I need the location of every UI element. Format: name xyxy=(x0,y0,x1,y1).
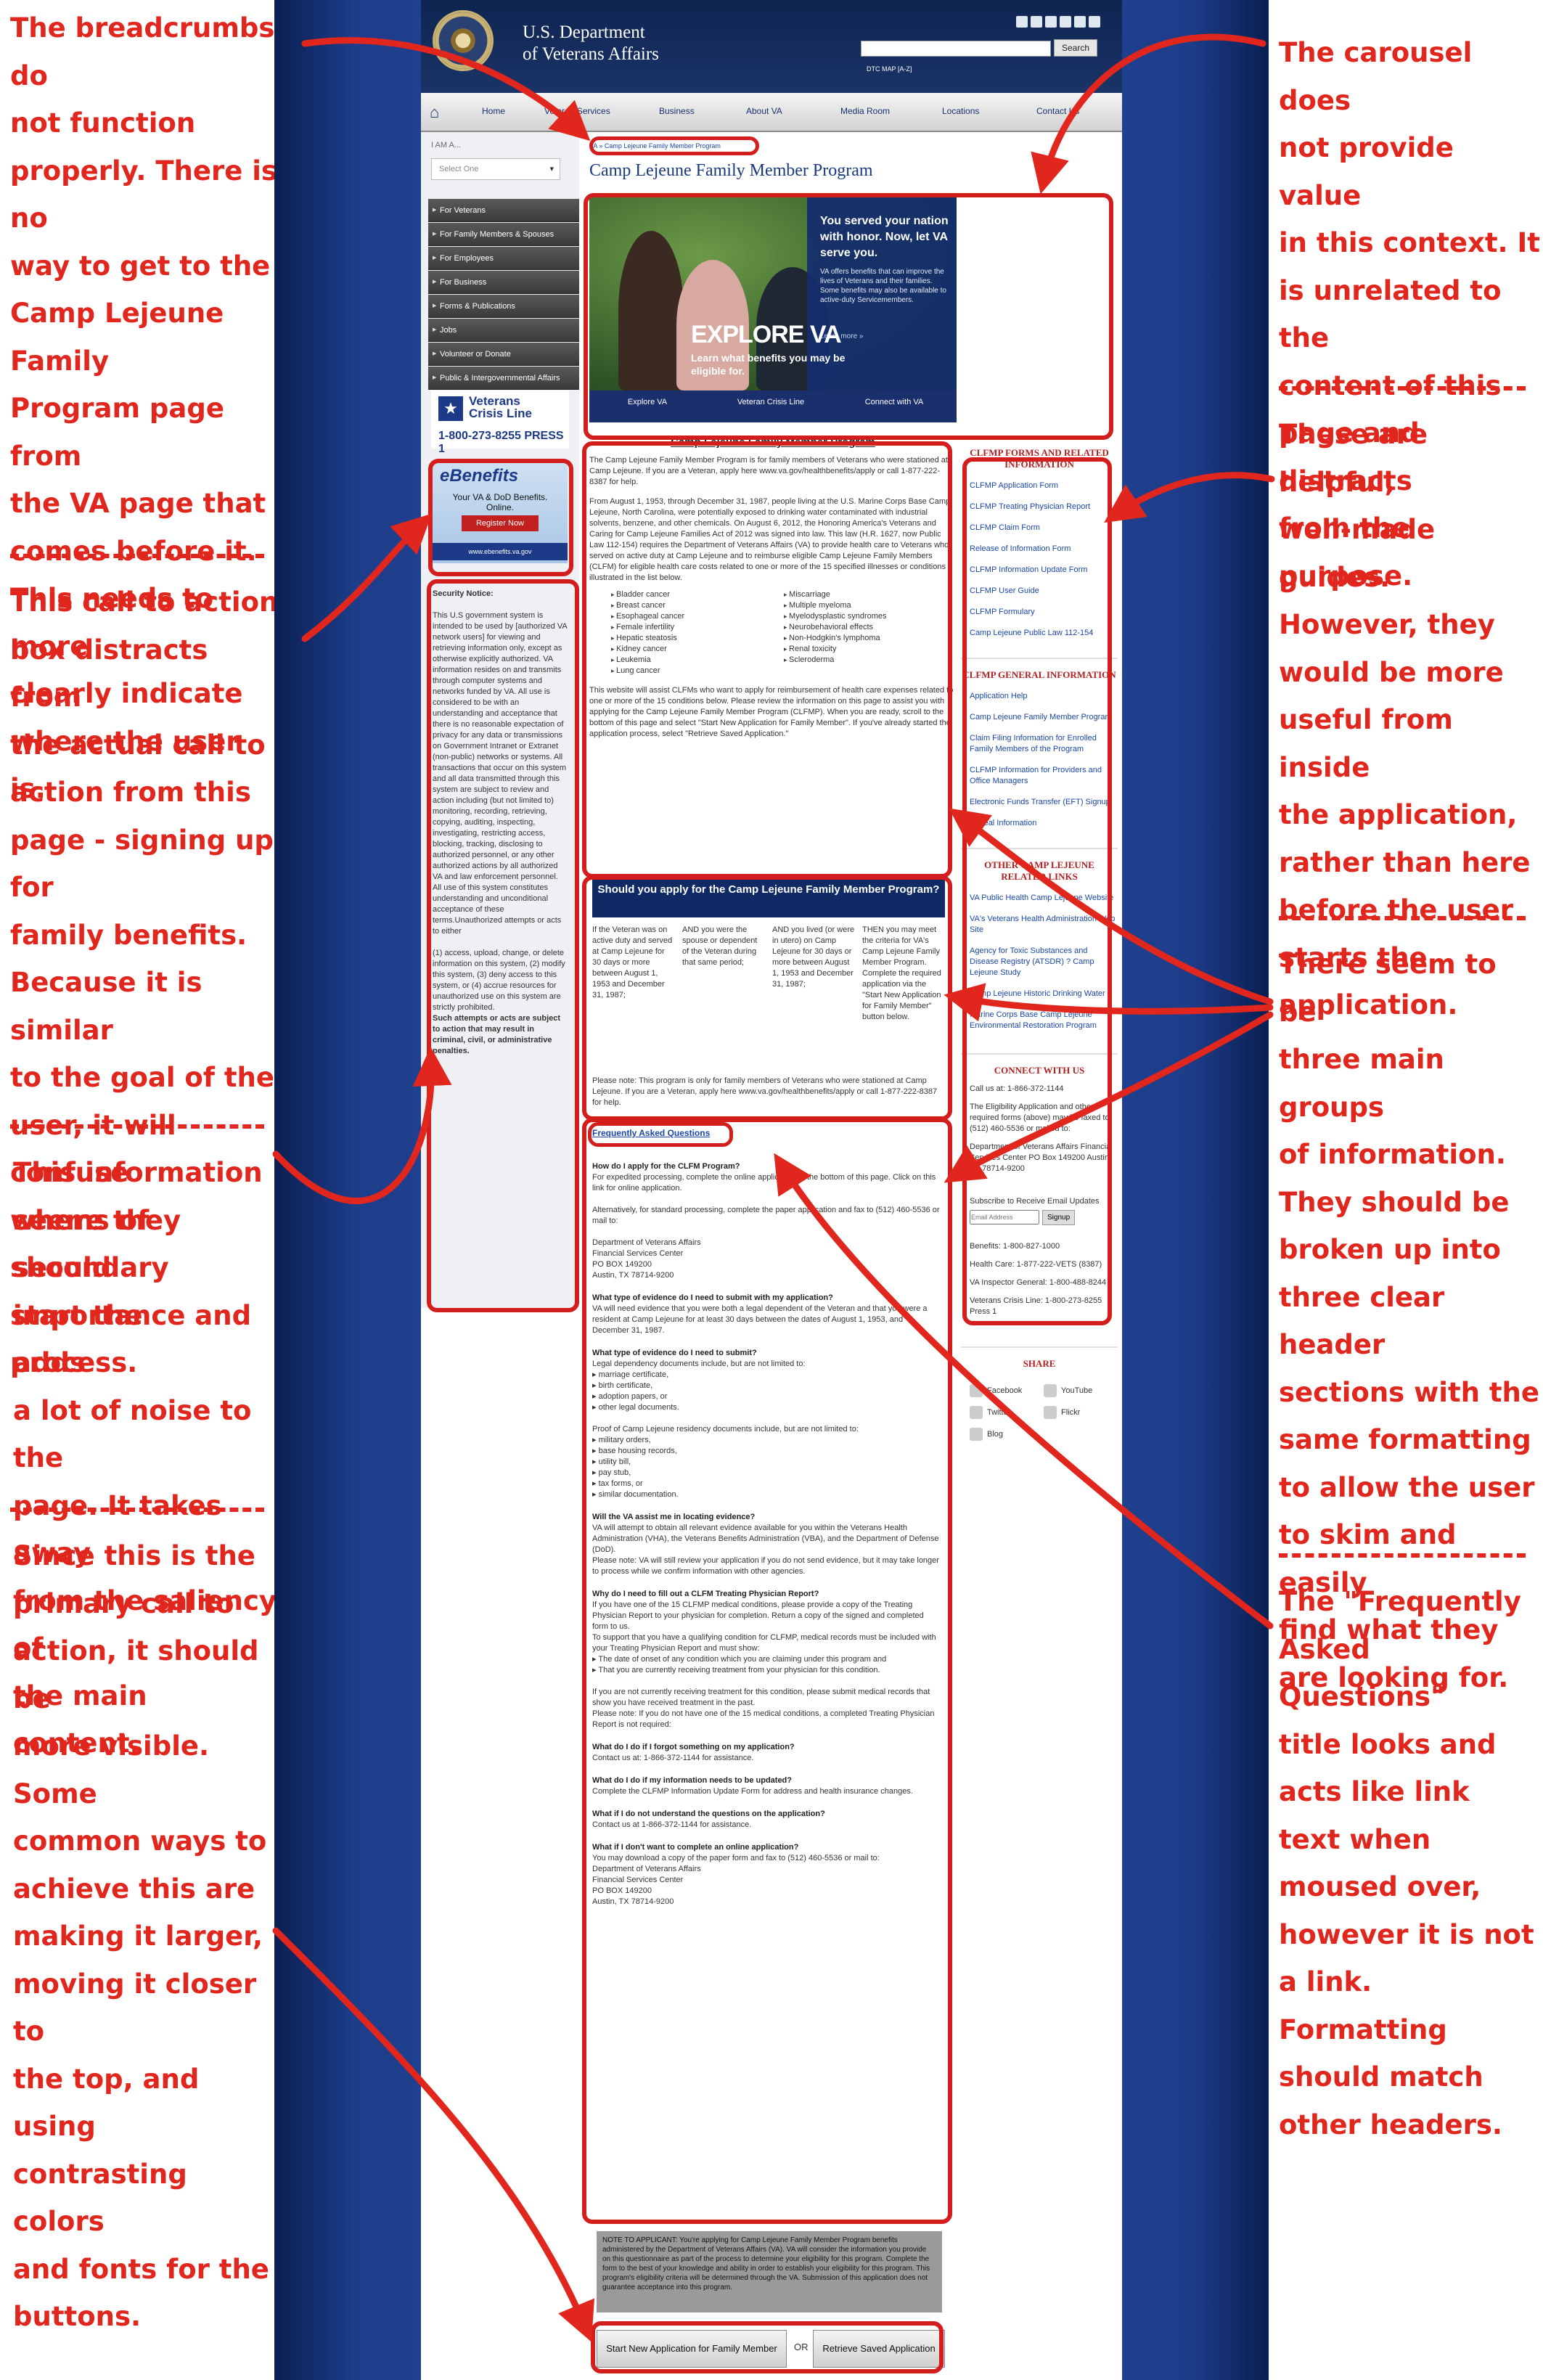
menu-family[interactable]: For Family Members & Spouses xyxy=(428,223,579,246)
audience-select[interactable]: Select One ▾ xyxy=(431,158,560,180)
highlight-breadcrumb xyxy=(589,136,759,155)
annotated-screenshot: The breadcrumbs do not function properly… xyxy=(0,0,1543,2380)
star-icon: ★ xyxy=(438,396,463,421)
menu-employees[interactable]: For Employees xyxy=(428,247,579,270)
nav-contact[interactable]: Contact Us xyxy=(1036,106,1079,116)
twitter-icon[interactable] xyxy=(1045,16,1057,28)
divider xyxy=(10,1508,264,1512)
highlight-ebenefits xyxy=(428,459,573,576)
share-section: Share Facebook YouTube Twitter Flickr Bl… xyxy=(961,1346,1118,1441)
select-value: Select One xyxy=(439,165,479,173)
site-header: U.S. Department of Veterans Affairs Sear… xyxy=(421,0,1122,93)
va-seal-icon xyxy=(433,10,494,71)
nav-media[interactable]: Media Room xyxy=(840,106,890,116)
share-youtube[interactable]: YouTube xyxy=(1044,1384,1118,1397)
chevron-down-icon: ▾ xyxy=(549,165,554,173)
i-am-label: I AM A... xyxy=(431,141,461,150)
menu-business[interactable]: For Business xyxy=(428,271,579,294)
share-title: Share xyxy=(1023,1358,1056,1369)
crisis-title: Veterans Crisis Line xyxy=(469,394,532,420)
nav-business[interactable]: Business xyxy=(659,106,695,116)
share-flickr[interactable]: Flickr xyxy=(1044,1406,1118,1419)
highlight-buttons xyxy=(591,2321,944,2373)
highlight-security xyxy=(427,579,579,1312)
search-button[interactable]: Search xyxy=(1054,39,1097,57)
site-map-link[interactable]: DTC MAP [A-Z] xyxy=(867,65,912,73)
flickr-icon xyxy=(1044,1406,1057,1419)
highlight-eligibility xyxy=(582,875,952,1121)
menu-for-veterans[interactable]: For Veterans xyxy=(428,199,579,222)
rss-icon[interactable] xyxy=(1016,16,1028,28)
nav-home[interactable]: Home xyxy=(482,106,505,116)
menu-jobs[interactable]: Jobs xyxy=(428,319,579,342)
share-facebook[interactable]: Facebook xyxy=(970,1384,1044,1397)
crisis-line-banner[interactable]: ★ Veterans Crisis Line 1-800-273-8255 PR… xyxy=(431,390,569,455)
highlight-faq xyxy=(582,1118,952,2224)
nav-about[interactable]: About VA xyxy=(746,106,782,116)
note-call-to-action: Since this is the primary call to action… xyxy=(13,1540,269,2332)
facebook-icon xyxy=(970,1384,983,1397)
highlight-faq-title xyxy=(588,1122,733,1147)
youtube-icon[interactable] xyxy=(1074,16,1086,28)
twitter-icon xyxy=(970,1406,983,1419)
crisis-phone: 1-800-273-8255 PRESS 1 xyxy=(438,430,564,455)
menu-forms[interactable]: Forms & Publications xyxy=(428,295,579,318)
share-links: Facebook YouTube Twitter Flickr Blog xyxy=(961,1375,1118,1441)
divider xyxy=(1279,1553,1526,1558)
page-title: Camp Lejeune Family Member Program xyxy=(589,161,873,180)
home-icon[interactable]: ⌂ xyxy=(430,103,449,122)
blog-icon[interactable] xyxy=(1089,16,1100,28)
menu-volunteer[interactable]: Volunteer or Donate xyxy=(428,343,579,366)
divider xyxy=(1279,386,1526,390)
highlight-right-links xyxy=(962,457,1112,1325)
menu-public-affairs[interactable]: Public & Intergovernmental Affairs xyxy=(428,367,579,390)
note-to-applicant: NOTE TO APPLICANT: You're applying for C… xyxy=(597,2231,942,2312)
note-guides: These are helpful, well-made guides. How… xyxy=(1279,419,1531,1021)
highlight-carousel xyxy=(584,193,1113,440)
share-blog[interactable]: Blog xyxy=(970,1428,1044,1441)
divider xyxy=(10,554,264,558)
search-input[interactable] xyxy=(861,41,1051,57)
facebook-icon[interactable] xyxy=(1031,16,1042,28)
agency-name: U.S. Department of Veterans Affairs xyxy=(523,23,659,64)
share-twitter[interactable]: Twitter xyxy=(970,1406,1044,1419)
divider xyxy=(1279,916,1526,920)
main-nav: ⌂ Home Veteran Services Business About V… xyxy=(421,93,1122,132)
note-faq-title: The "Frequently Asked Questions" title l… xyxy=(1279,1586,1534,2140)
flickr-icon[interactable] xyxy=(1060,16,1071,28)
highlight-program-info xyxy=(582,441,952,878)
nav-locations[interactable]: Locations xyxy=(942,106,979,116)
nav-veteran-services[interactable]: Veteran Services xyxy=(544,106,610,116)
blog-icon xyxy=(970,1428,983,1441)
divider xyxy=(10,1124,264,1129)
youtube-icon xyxy=(1044,1384,1057,1397)
